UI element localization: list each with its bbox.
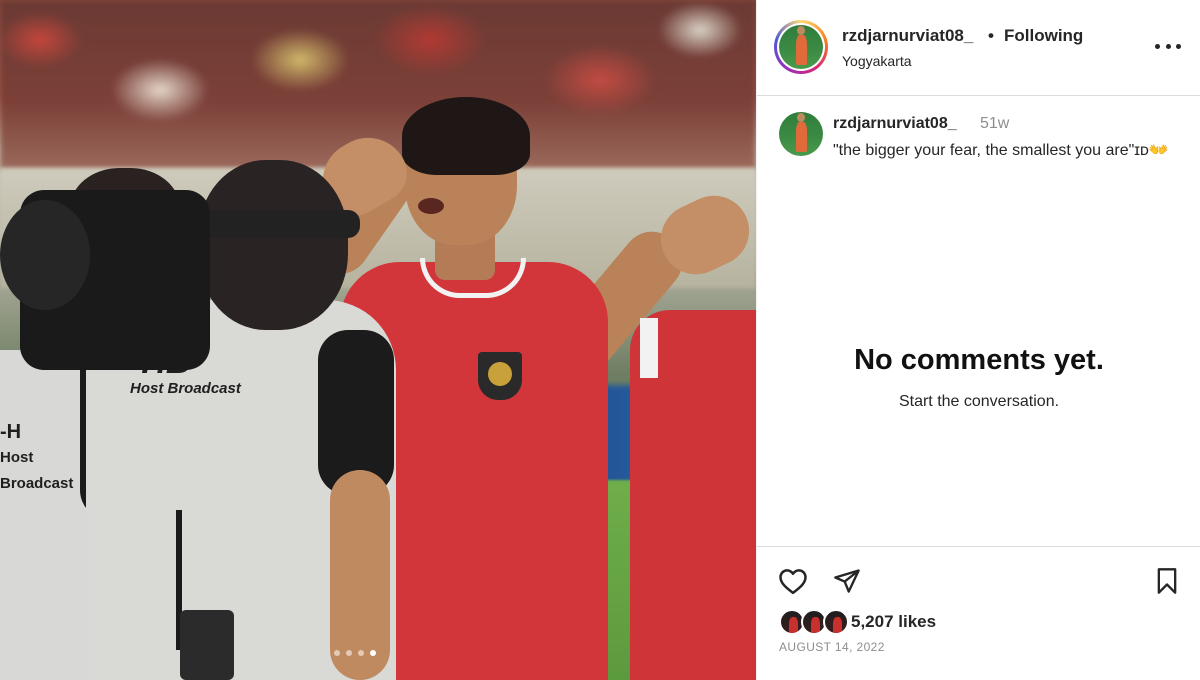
bookmark-icon[interactable] bbox=[1151, 565, 1183, 597]
left-vest-logo-text: -H bbox=[0, 421, 22, 443]
carousel-dots bbox=[334, 650, 376, 656]
author-avatar[interactable] bbox=[774, 20, 828, 74]
camera-operator-head bbox=[198, 160, 348, 330]
caption-username[interactable]: rzdjarnurviat08_ bbox=[833, 115, 957, 133]
carousel-dot[interactable] bbox=[346, 650, 352, 656]
left-vest-logo-sub: Host Broadcast bbox=[0, 449, 74, 492]
carousel-dot[interactable] bbox=[334, 650, 340, 656]
liker-avatar[interactable] bbox=[823, 609, 849, 635]
author-username[interactable]: rzdjarnurviat08_ bbox=[842, 26, 973, 46]
post-actions: 5,207 likes AUGUST 14, 2022 bbox=[757, 546, 1200, 680]
caption-text: "the bigger your fear, the smallest you … bbox=[833, 142, 1169, 159]
post-date[interactable]: AUGUST 14, 2022 bbox=[779, 640, 885, 654]
player-hair bbox=[402, 97, 530, 175]
garuda-crest-icon bbox=[478, 352, 522, 400]
more-horizontal-icon[interactable] bbox=[1155, 42, 1181, 50]
share-icon[interactable] bbox=[831, 565, 863, 597]
no-comments-subtitle: Start the conversation. bbox=[898, 393, 1060, 410]
teammate-sleeve-trim bbox=[640, 318, 658, 378]
post-location[interactable]: Yogyakarta bbox=[842, 53, 912, 69]
left-person-vest bbox=[0, 350, 92, 680]
separator-dot: • bbox=[988, 26, 994, 45]
walkie-talkie bbox=[180, 610, 234, 680]
camera-operator-arm bbox=[330, 470, 390, 680]
carousel-dot-active[interactable] bbox=[370, 650, 376, 656]
likers-avatars[interactable] bbox=[779, 609, 849, 635]
heart-icon[interactable] bbox=[777, 565, 809, 597]
caption-avatar[interactable] bbox=[779, 112, 823, 156]
post-side-panel: rzdjarnurviat08_ • Following Yogyakarta … bbox=[756, 0, 1200, 680]
no-comments-title: No comments yet. bbox=[854, 344, 1104, 376]
post-photo[interactable]: -H Host Broadcast -HB Host Broadcast bbox=[0, 0, 756, 680]
post-header: rzdjarnurviat08_ • Following Yogyakarta bbox=[757, 0, 1200, 96]
following-button[interactable]: Following bbox=[1004, 26, 1083, 46]
likes-count[interactable]: 5,207 likes bbox=[851, 612, 936, 632]
caption-timestamp[interactable]: 51w bbox=[980, 115, 1009, 133]
broadcast-logo-sub: Host Broadcast bbox=[130, 380, 241, 397]
camera-lens bbox=[0, 200, 90, 310]
player-mouth bbox=[418, 198, 444, 214]
carousel-dot[interactable] bbox=[358, 650, 364, 656]
